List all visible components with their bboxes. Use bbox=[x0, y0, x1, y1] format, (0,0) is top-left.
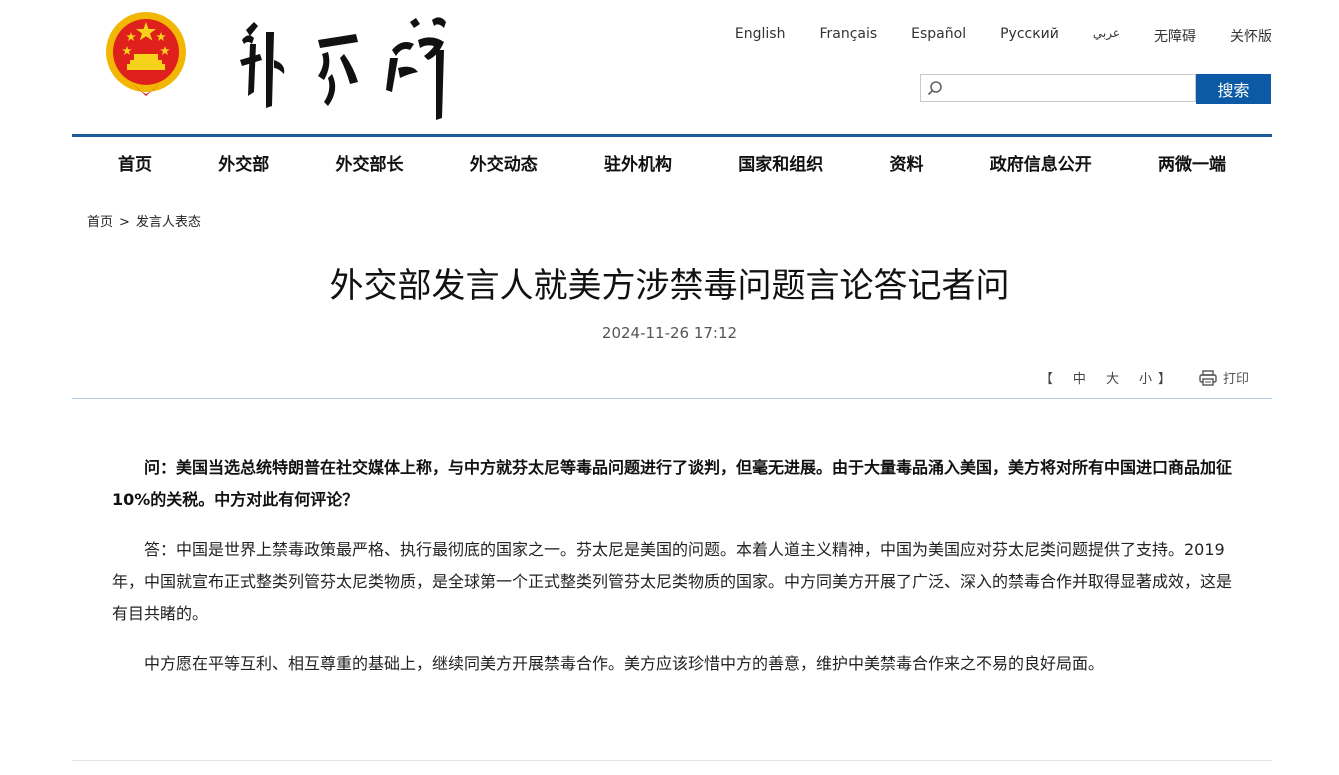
breadcrumb-home-link[interactable]: 首页 bbox=[87, 215, 113, 230]
search-box bbox=[920, 74, 1196, 102]
nav-item-countries-organizations[interactable]: 国家和组织 bbox=[738, 150, 823, 175]
site-header: English Français Español Русский عربي 无障… bbox=[0, 0, 1339, 135]
font-size-large-button[interactable]: 大 bbox=[1106, 368, 1119, 387]
lang-link-english[interactable]: English bbox=[735, 26, 786, 46]
care-version-link[interactable]: 关怀版 bbox=[1230, 26, 1272, 46]
lang-link-french[interactable]: Français bbox=[819, 26, 877, 46]
lang-link-russian[interactable]: Русский bbox=[1000, 26, 1059, 46]
search-icon bbox=[927, 80, 943, 100]
language-bar: English Français Español Русский عربي 无障… bbox=[701, 26, 1272, 46]
font-size-bracket-open: 【 bbox=[1039, 372, 1053, 387]
nav-item-home[interactable]: 首页 bbox=[118, 150, 152, 175]
font-size-bracket-close: 】 bbox=[1157, 372, 1171, 387]
article-question: 问：美国当选总统特朗普在社交媒体上称，与中方就芬太尼等毒品问题进行了谈判，但毫无… bbox=[112, 458, 1233, 509]
footer-divider bbox=[72, 760, 1272, 761]
breadcrumb-current-link[interactable]: 发言人表态 bbox=[136, 215, 201, 230]
lang-link-arabic[interactable]: عربي bbox=[1093, 26, 1120, 46]
printer-icon bbox=[1199, 369, 1217, 386]
article-answer-paragraph: 中方愿在平等互利、相互尊重的基础上，继续同美方开展禁毒合作。美方应该珍惜中方的善… bbox=[144, 654, 1105, 673]
nav-item-missions-abroad[interactable]: 驻外机构 bbox=[604, 150, 672, 175]
font-size-small-button[interactable]: 小 bbox=[1139, 368, 1152, 387]
print-button[interactable]: 打印 bbox=[1199, 368, 1249, 387]
national-emblem[interactable] bbox=[103, 10, 189, 98]
font-size-medium-button[interactable]: 中 bbox=[1073, 368, 1086, 387]
search-button[interactable]: 搜索 bbox=[1196, 74, 1271, 104]
breadcrumb-separator: > bbox=[119, 215, 130, 230]
nav-item-government-information[interactable]: 政府信息公开 bbox=[990, 150, 1092, 175]
nav-item-resources[interactable]: 资料 bbox=[890, 150, 924, 175]
nav-item-minister[interactable]: 外交部长 bbox=[336, 150, 404, 175]
article-body: 问：美国当选总统特朗普在社交媒体上称，与中方就芬太尼等毒品问题进行了谈判，但毫无… bbox=[112, 452, 1234, 698]
search-input[interactable] bbox=[949, 77, 1193, 101]
article-tools: 【 中 大 小 】 打印 bbox=[1040, 368, 1249, 387]
nav-item-ministry[interactable]: 外交部 bbox=[218, 150, 269, 175]
article-date: 2024-11-26 17:12 bbox=[601, 324, 738, 342]
nav-item-social-media[interactable]: 两微一端 bbox=[1158, 150, 1226, 175]
nav-item-diplomatic-news[interactable]: 外交动态 bbox=[470, 150, 538, 175]
accessibility-link[interactable]: 无障碍 bbox=[1154, 26, 1196, 46]
lang-link-spanish[interactable]: Español bbox=[911, 26, 966, 46]
site-logo-calligraphy[interactable] bbox=[232, 10, 464, 122]
breadcrumb: 首页 > 发言人表态 bbox=[87, 211, 201, 230]
article-answer-paragraph: 答：中国是世界上禁毒政策最严格、执行最彻底的国家之一。芬太尼是美国的问题。本着人… bbox=[112, 540, 1233, 623]
article-title: 外交部发言人就美方涉禁毒问题言论答记者问 bbox=[329, 266, 1010, 306]
print-label: 打印 bbox=[1222, 372, 1249, 387]
main-nav: 首页 外交部 外交部长 外交动态 驻外机构 国家和组织 资料 政府信息公开 两微… bbox=[72, 137, 1272, 187]
article-divider bbox=[72, 398, 1272, 399]
